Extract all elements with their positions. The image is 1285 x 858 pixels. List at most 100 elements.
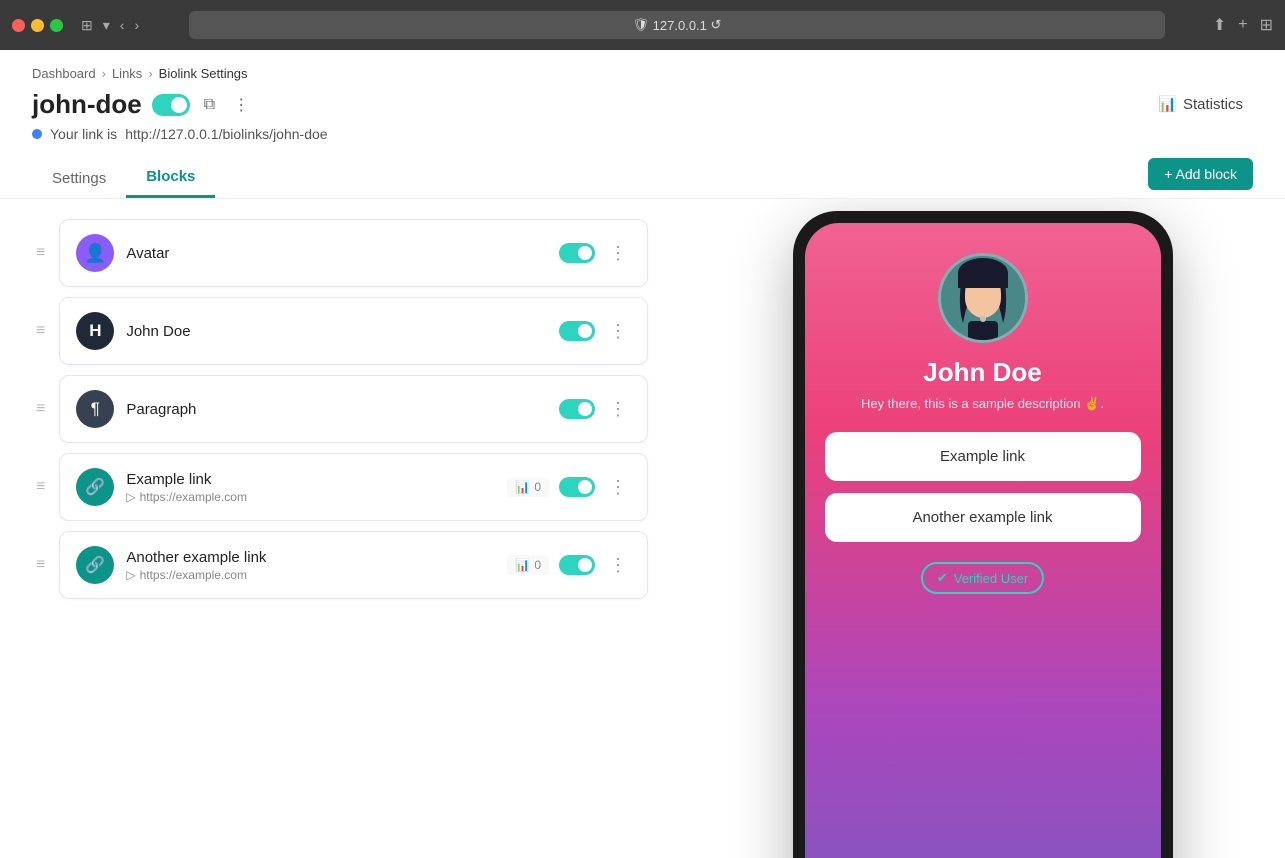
list-item: ≡ 🔗 Example link ▷ https://example.com 📊 bbox=[32, 453, 648, 521]
title-row: john-doe ⧉ ⋮ bbox=[32, 89, 328, 120]
browser-actions: ⬆ + ⊞ bbox=[1213, 15, 1273, 35]
block-info-johndoe: John Doe bbox=[126, 323, 547, 340]
back-icon[interactable]: ‹ bbox=[118, 15, 127, 35]
breadcrumb-dashboard[interactable]: Dashboard bbox=[32, 66, 96, 81]
close-traffic-light[interactable] bbox=[12, 19, 25, 32]
tab-blocks[interactable]: Blocks bbox=[126, 158, 215, 198]
more-options-button[interactable]: ⋮ bbox=[229, 91, 253, 119]
list-item: ≡ ¶ Paragraph ⋮ bbox=[32, 375, 648, 443]
forward-icon[interactable]: › bbox=[132, 15, 141, 35]
block-url-another-example-link: ▷ https://example.com bbox=[126, 568, 495, 582]
list-item: ≡ H John Doe ⋮ bbox=[32, 297, 648, 365]
statistics-label: Statistics bbox=[1183, 96, 1243, 113]
block-info-another-example-link: Another example link ▷ https://example.c… bbox=[126, 549, 495, 582]
block-actions-paragraph: ⋮ bbox=[559, 397, 631, 422]
more-btn-example-link[interactable]: ⋮ bbox=[605, 475, 631, 500]
breadcrumb-sep-2: › bbox=[148, 66, 152, 81]
block-info-avatar: Avatar bbox=[126, 245, 547, 262]
phone-link-btn-1[interactable]: Example link bbox=[825, 432, 1141, 481]
copy-button[interactable]: ⧉ bbox=[200, 92, 219, 118]
link-label: Your link is bbox=[50, 126, 117, 142]
block-card-johndoe: H John Doe ⋮ bbox=[59, 297, 648, 365]
drag-handle[interactable]: ≡ bbox=[32, 318, 49, 344]
bar-chart-icon-2: 📊 bbox=[515, 558, 530, 572]
toggle-avatar[interactable] bbox=[559, 243, 595, 263]
block-title-another-example-link: Another example link bbox=[126, 549, 495, 566]
more-btn-another-example-link[interactable]: ⋮ bbox=[605, 553, 631, 578]
phone-preview-desc: Hey there, this is a sample description … bbox=[861, 396, 1104, 412]
breadcrumb-links[interactable]: Links bbox=[112, 66, 142, 81]
more-btn-paragraph[interactable]: ⋮ bbox=[605, 397, 631, 422]
page-title: john-doe bbox=[32, 89, 142, 120]
list-item: ≡ 🔗 Another example link ▷ https://examp… bbox=[32, 531, 648, 599]
block-icon-example-link: 🔗 bbox=[76, 468, 114, 506]
phone-preview: John Doe Hey there, this is a sample des… bbox=[680, 211, 1285, 858]
address-bar[interactable]: 🛡 127.0.0.1 ↺ bbox=[189, 11, 1165, 39]
block-info-paragraph: Paragraph bbox=[126, 401, 547, 418]
block-card-paragraph: ¶ Paragraph ⋮ bbox=[59, 375, 648, 443]
verified-icon: ✔ bbox=[937, 570, 948, 586]
page: Dashboard › Links › Biolink Settings joh… bbox=[0, 50, 1285, 858]
drag-handle[interactable]: ≡ bbox=[32, 396, 49, 422]
phone-link-btn-2[interactable]: Another example link bbox=[825, 493, 1141, 542]
block-actions-avatar: ⋮ bbox=[559, 241, 631, 266]
block-actions-another-example-link: 📊 0 ⋮ bbox=[507, 553, 631, 578]
stats-count-example-link: 📊 0 bbox=[507, 477, 549, 497]
add-block-button[interactable]: + Add block bbox=[1148, 158, 1253, 190]
minimize-traffic-light[interactable] bbox=[31, 19, 44, 32]
toggle-johndoe[interactable] bbox=[559, 321, 595, 341]
reload-icon[interactable]: ↺ bbox=[711, 17, 722, 33]
block-card-another-example-link: 🔗 Another example link ▷ https://example… bbox=[59, 531, 648, 599]
url-arrow-icon-2: ▷ bbox=[126, 568, 135, 582]
block-icon-another-example-link: 🔗 bbox=[76, 546, 114, 584]
drag-handle[interactable]: ≡ bbox=[32, 240, 49, 266]
block-card-example-link: 🔗 Example link ▷ https://example.com 📊 0 bbox=[59, 453, 648, 521]
stats-chart-icon: 📊 bbox=[1158, 95, 1177, 113]
block-icon-avatar: 👤 bbox=[76, 234, 114, 272]
verified-label: Verified User bbox=[954, 571, 1028, 586]
tabs-grid-icon[interactable]: ⊞ bbox=[1260, 15, 1273, 35]
statistics-button[interactable]: 📊 Statistics bbox=[1148, 89, 1253, 119]
drag-handle[interactable]: ≡ bbox=[32, 552, 49, 578]
biolink-toggle[interactable] bbox=[152, 94, 190, 116]
block-url-example-link: ▷ https://example.com bbox=[126, 490, 495, 504]
toggle-another-example-link[interactable] bbox=[559, 555, 595, 575]
list-item: ≡ 👤 Avatar ⋮ bbox=[32, 219, 648, 287]
link-url[interactable]: http://127.0.0.1/biolinks/john-doe bbox=[125, 126, 327, 142]
toggle-paragraph[interactable] bbox=[559, 399, 595, 419]
block-card-avatar: 👤 Avatar ⋮ bbox=[59, 219, 648, 287]
block-actions-example-link: 📊 0 ⋮ bbox=[507, 475, 631, 500]
fullscreen-traffic-light[interactable] bbox=[50, 19, 63, 32]
block-icon-johndoe: H bbox=[76, 312, 114, 350]
status-dot bbox=[32, 129, 42, 139]
bar-chart-icon: 📊 bbox=[515, 480, 530, 494]
block-actions-johndoe: ⋮ bbox=[559, 319, 631, 344]
breadcrumb: Dashboard › Links › Biolink Settings bbox=[0, 50, 1285, 81]
tabs-row: Settings Blocks + Add block bbox=[0, 142, 1285, 199]
block-title-paragraph: Paragraph bbox=[126, 401, 547, 418]
blocks-list: ≡ 👤 Avatar ⋮ ≡ H J bbox=[0, 211, 680, 858]
phone-preview-name: John Doe bbox=[923, 357, 1041, 388]
tab-settings[interactable]: Settings bbox=[32, 158, 126, 198]
share-icon[interactable]: ⬆ bbox=[1213, 15, 1226, 35]
shield-icon: 🛡 bbox=[633, 17, 650, 33]
block-title-johndoe: John Doe bbox=[126, 323, 547, 340]
sidebar-toggle-icon[interactable]: ⊞ bbox=[79, 15, 95, 36]
tab-dropdown-icon[interactable]: ▾ bbox=[101, 15, 112, 36]
new-tab-icon[interactable]: + bbox=[1238, 16, 1247, 34]
header-left: john-doe ⧉ ⋮ Your link is http://127.0.0… bbox=[32, 89, 328, 142]
page-header: john-doe ⧉ ⋮ Your link is http://127.0.0… bbox=[0, 81, 1285, 142]
tabs: Settings Blocks bbox=[32, 158, 215, 198]
browser-nav-icons: ⊞ ▾ ‹ › bbox=[79, 15, 141, 36]
block-title-example-link: Example link bbox=[126, 471, 495, 488]
block-title-avatar: Avatar bbox=[126, 245, 547, 262]
verified-badge: ✔ Verified User bbox=[921, 562, 1044, 594]
more-btn-johndoe[interactable]: ⋮ bbox=[605, 319, 631, 344]
drag-handle[interactable]: ≡ bbox=[32, 474, 49, 500]
block-info-example-link: Example link ▷ https://example.com bbox=[126, 471, 495, 504]
more-btn-avatar[interactable]: ⋮ bbox=[605, 241, 631, 266]
breadcrumb-sep-1: › bbox=[102, 66, 106, 81]
toggle-example-link[interactable] bbox=[559, 477, 595, 497]
link-info: Your link is http://127.0.0.1/biolinks/j… bbox=[32, 126, 328, 142]
breadcrumb-current: Biolink Settings bbox=[159, 66, 248, 81]
